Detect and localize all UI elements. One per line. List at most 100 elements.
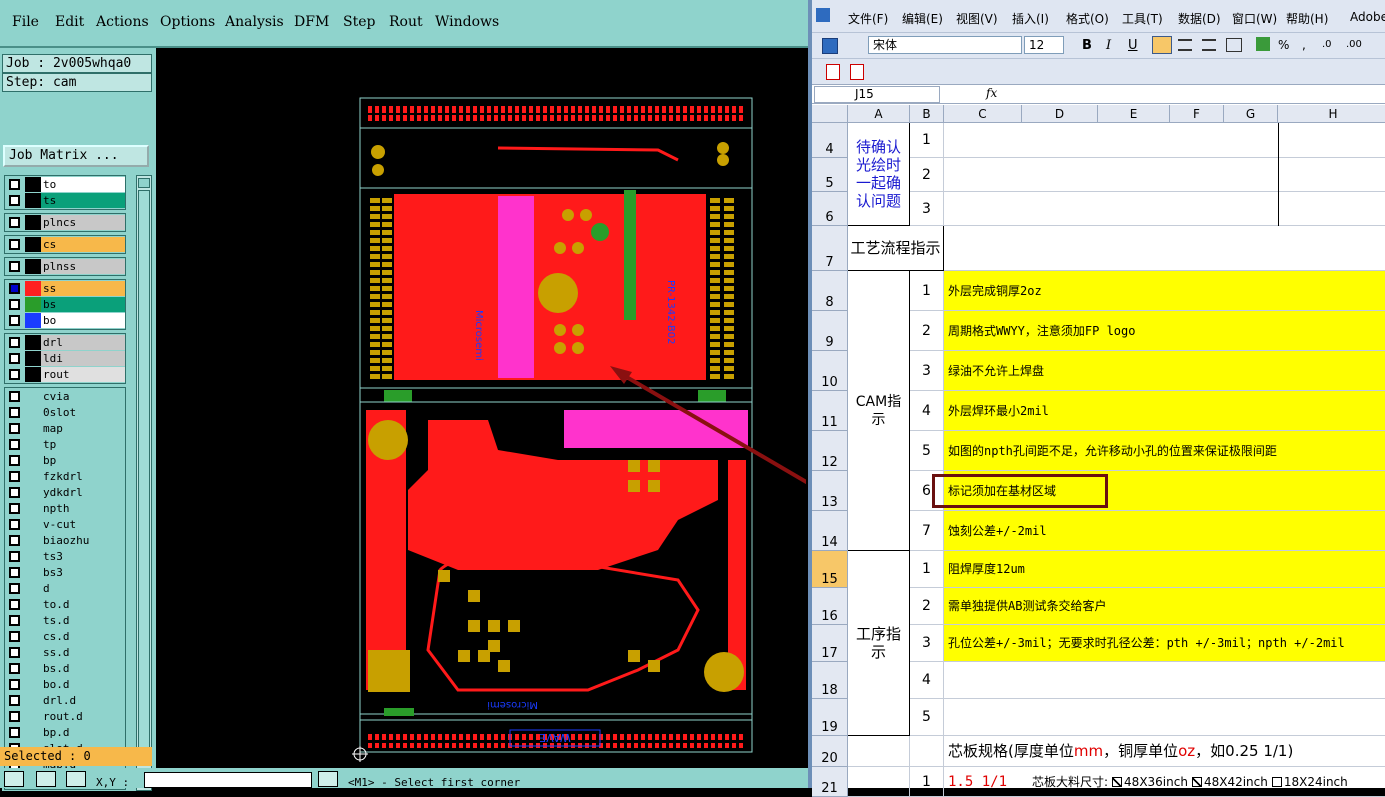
layer-name[interactable]: bo — [41, 313, 125, 328]
menu-file[interactable]: File — [12, 14, 39, 30]
layer-name[interactable]: bs — [41, 297, 125, 312]
instruction-cell[interactable] — [944, 662, 1385, 699]
underline-button[interactable]: U — [1128, 38, 1138, 53]
layer-row-bs3[interactable]: bs3 — [5, 565, 125, 580]
merged-cell-procedure[interactable]: 工序指示 — [848, 551, 910, 736]
name-box[interactable]: J15 — [814, 86, 940, 103]
core-size-checkbox[interactable] — [1271, 777, 1282, 787]
layer-row-cs.d[interactable]: cs.d — [5, 629, 125, 644]
layer-color-swatch[interactable] — [25, 367, 41, 382]
instruction-cell[interactable] — [944, 699, 1385, 736]
xmenu-format[interactable]: 格式(O) — [1066, 10, 1109, 27]
layer-row-ts3[interactable]: ts3 — [5, 549, 125, 564]
instruction-cell[interactable] — [944, 158, 1385, 192]
layer-name[interactable]: ss — [41, 281, 125, 296]
layer-row-0slot[interactable]: 0slot — [5, 405, 125, 420]
instruction-cell[interactable]: 如图的npth孔间距不足，允许移动小孔的位置来保证极限间距 — [944, 431, 1385, 471]
layer-row-npth[interactable]: npth — [5, 501, 125, 516]
instruction-cell[interactable]: 孔位公差+/-3mil；无要求时孔径公差：pth +/-3mil；npth +/… — [944, 625, 1385, 662]
layer-name[interactable]: ts — [41, 193, 125, 208]
increase-decimal-button[interactable]: .0 — [1322, 39, 1332, 50]
layer-name[interactable]: bp.d — [41, 725, 125, 740]
item-number-cell[interactable] — [910, 736, 944, 767]
align-center-icon[interactable] — [1178, 39, 1192, 51]
layer-name[interactable]: cvia — [41, 389, 125, 404]
layer-name[interactable]: bs3 — [41, 565, 125, 580]
menu-step[interactable]: Step — [343, 14, 375, 30]
select-all-corner[interactable] — [812, 105, 848, 123]
col-header-A[interactable]: A — [848, 105, 910, 123]
layer-color-swatch[interactable] — [25, 693, 41, 708]
layer-color-swatch[interactable] — [25, 661, 41, 676]
layer-checkbox[interactable] — [9, 391, 20, 402]
layer-name[interactable]: 0slot — [41, 405, 125, 420]
layer-color-swatch[interactable] — [25, 501, 41, 516]
layer-checkbox[interactable] — [9, 369, 20, 380]
row-header[interactable]: 17 — [812, 625, 848, 662]
info-tool-icon[interactable] — [318, 771, 338, 787]
layer-row-bp[interactable]: bp — [5, 453, 125, 468]
item-number-cell[interactable]: 5 — [910, 699, 944, 736]
layer-name[interactable]: ss.d — [41, 645, 125, 660]
layer-color-swatch[interactable] — [25, 177, 41, 192]
layer-color-swatch[interactable] — [25, 565, 41, 580]
layer-name[interactable]: v-cut — [41, 517, 125, 532]
layer-checkbox[interactable] — [9, 337, 20, 348]
layer-row-ts.d[interactable]: ts.d — [5, 613, 125, 628]
layer-checkbox[interactable] — [9, 727, 20, 738]
grid-tool-icon[interactable] — [66, 771, 86, 787]
layer-row-fzkdrl[interactable]: fzkdrl — [5, 469, 125, 484]
layer-color-swatch[interactable] — [25, 259, 41, 274]
row-header[interactable]: 12 — [812, 431, 848, 471]
decrease-decimal-button[interactable]: .00 — [1346, 39, 1362, 50]
layer-checkbox[interactable] — [9, 599, 20, 610]
percent-button[interactable]: % — [1278, 38, 1289, 52]
layer-checkbox[interactable] — [9, 583, 20, 594]
row-header[interactable]: 18 — [812, 662, 848, 699]
currency-icon[interactable] — [1256, 37, 1270, 51]
row20-a-cell[interactable] — [848, 736, 910, 767]
row-header[interactable]: 21 — [812, 767, 848, 797]
layer-checkbox[interactable] — [9, 615, 20, 626]
layer-color-swatch[interactable] — [25, 581, 41, 596]
instruction-cell[interactable]: 外层焊环最小2mil — [944, 391, 1385, 431]
layer-name[interactable]: ldi — [41, 351, 125, 366]
item-number-cell[interactable]: 5 — [910, 431, 944, 471]
font-size-select[interactable]: 12 — [1024, 36, 1064, 54]
row-header[interactable]: 11 — [812, 391, 848, 431]
layer-checkbox[interactable] — [9, 519, 20, 530]
layer-row-ss[interactable]: ss — [5, 281, 125, 296]
layer-checkbox[interactable] — [9, 315, 20, 326]
layer-checkbox[interactable] — [9, 679, 20, 690]
menu-actions[interactable]: Actions — [96, 14, 149, 30]
layer-row-rout[interactable]: rout — [5, 367, 125, 382]
instruction-cell[interactable]: 绿油不允许上焊盘 — [944, 351, 1385, 391]
layer-checkbox[interactable] — [9, 503, 20, 514]
layer-row-plnss[interactable]: plnss — [5, 259, 125, 274]
layer-color-swatch[interactable] — [25, 613, 41, 628]
row-header[interactable]: 5 — [812, 158, 848, 192]
align-left-icon[interactable] — [1152, 36, 1172, 54]
layer-checkbox[interactable] — [9, 353, 20, 364]
item-number-cell[interactable]: 1 — [910, 271, 944, 311]
layer-color-swatch[interactable] — [25, 709, 41, 724]
layer-scrollbar[interactable] — [136, 175, 152, 791]
graphics-viewport[interactable]: Microsemi PR-1342-B02 Microsemi WAVE — [158, 50, 822, 766]
menu-windows[interactable]: Windows — [435, 14, 499, 30]
core-size-checkbox[interactable] — [1191, 777, 1202, 787]
instruction-cell[interactable] — [944, 226, 1385, 271]
col-header-B[interactable]: B — [910, 105, 944, 123]
row-header[interactable]: 15 — [812, 551, 848, 588]
layer-color-swatch[interactable] — [25, 237, 41, 252]
layer-row-bs.d[interactable]: bs.d — [5, 661, 125, 676]
xmenu-adobe[interactable]: Adobe — [1350, 10, 1385, 24]
layer-name[interactable]: bp — [41, 453, 125, 468]
instruction-cell[interactable]: 1.5 1/1 芯板大料尺寸: 48X36inch 48X42inch 18X24inc… — [944, 767, 1385, 797]
core-size-checkbox[interactable] — [1112, 777, 1123, 787]
col-header-E[interactable]: E — [1098, 105, 1170, 123]
layer-color-swatch[interactable] — [25, 677, 41, 692]
layer-checkbox[interactable] — [9, 567, 20, 578]
layer-color-swatch[interactable] — [25, 297, 41, 312]
layer-color-swatch[interactable] — [25, 469, 41, 484]
layer-name[interactable]: drl.d — [41, 693, 125, 708]
